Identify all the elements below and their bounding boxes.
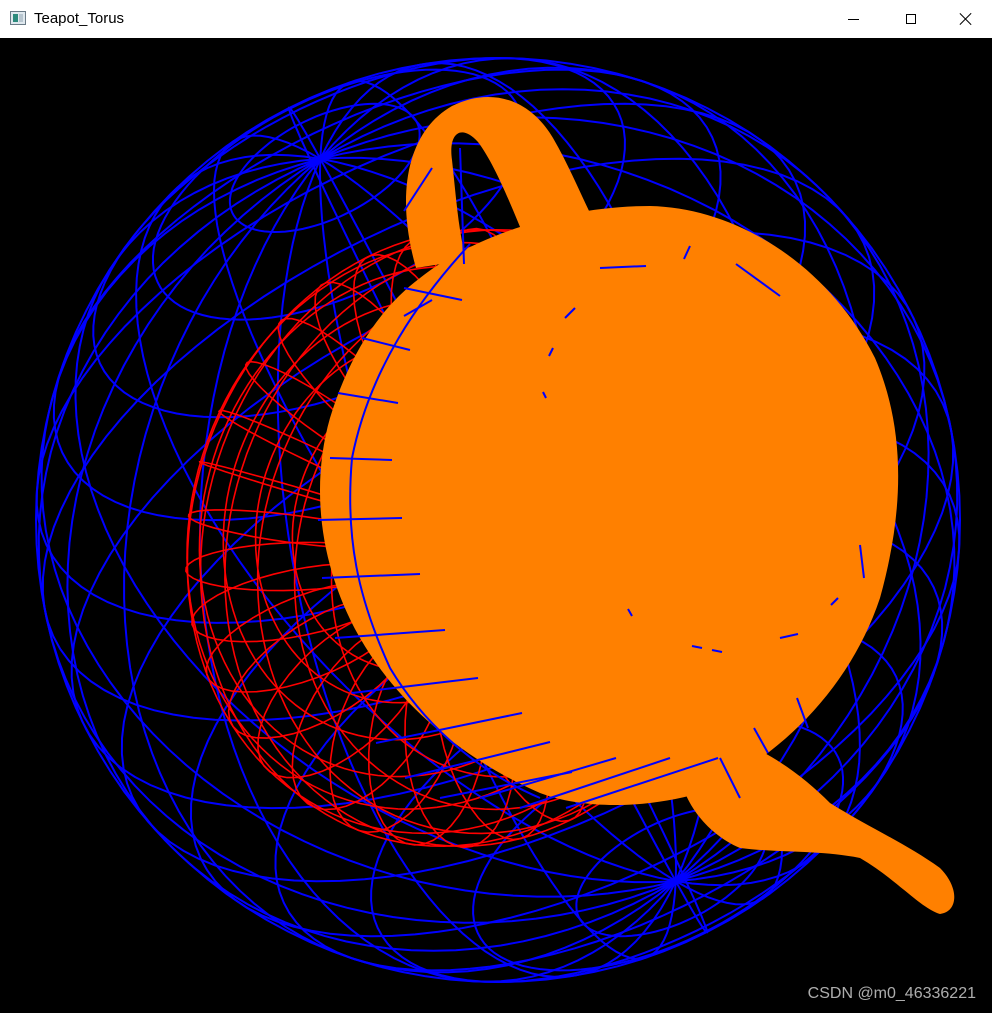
minimize-button[interactable]: [824, 0, 882, 38]
title-bar[interactable]: Teapot_Torus: [0, 0, 992, 38]
close-icon: [959, 12, 973, 26]
maximize-button[interactable]: [882, 0, 940, 38]
watermark-text: CSDN @m0_46336221: [807, 985, 976, 1002]
close-button[interactable]: [940, 0, 992, 38]
app-window-icon: [10, 11, 26, 25]
teapot-body: [320, 206, 899, 806]
opengl-canvas[interactable]: CSDN @m0_46336221: [0, 38, 992, 1013]
minimize-icon: [847, 18, 859, 20]
window-title: Teapot_Torus: [34, 10, 125, 27]
application-window: Teapot_Torus CSDN @m0_46336221: [0, 0, 992, 1013]
render-scene: [34, 56, 961, 984]
maximize-icon: [906, 14, 916, 24]
